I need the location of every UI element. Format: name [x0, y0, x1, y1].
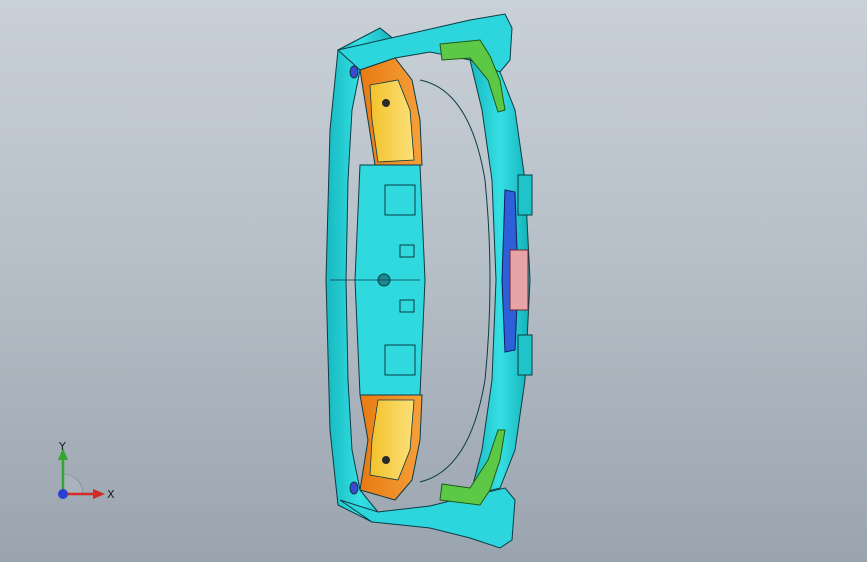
- hole-bottom-left: [349, 481, 359, 495]
- inner-rail-edge: [419, 79, 491, 483]
- hole-lower: [382, 456, 390, 464]
- hole-upper: [382, 99, 390, 107]
- x-axis-label: X: [107, 488, 115, 501]
- z-axis-origin: [58, 489, 68, 499]
- bumper-assembly-model[interactable]: [0, 0, 867, 562]
- cad-3d-viewport[interactable]: Y X: [0, 0, 867, 562]
- orientation-triad[interactable]: Y X: [45, 438, 125, 518]
- pink-mount-block: [509, 249, 529, 311]
- right-bracket-top: [517, 174, 533, 216]
- y-axis-label: Y: [58, 440, 66, 453]
- x-axis-arrow: [93, 489, 105, 499]
- hole-top-left: [349, 65, 359, 79]
- right-bracket-bottom: [517, 334, 533, 376]
